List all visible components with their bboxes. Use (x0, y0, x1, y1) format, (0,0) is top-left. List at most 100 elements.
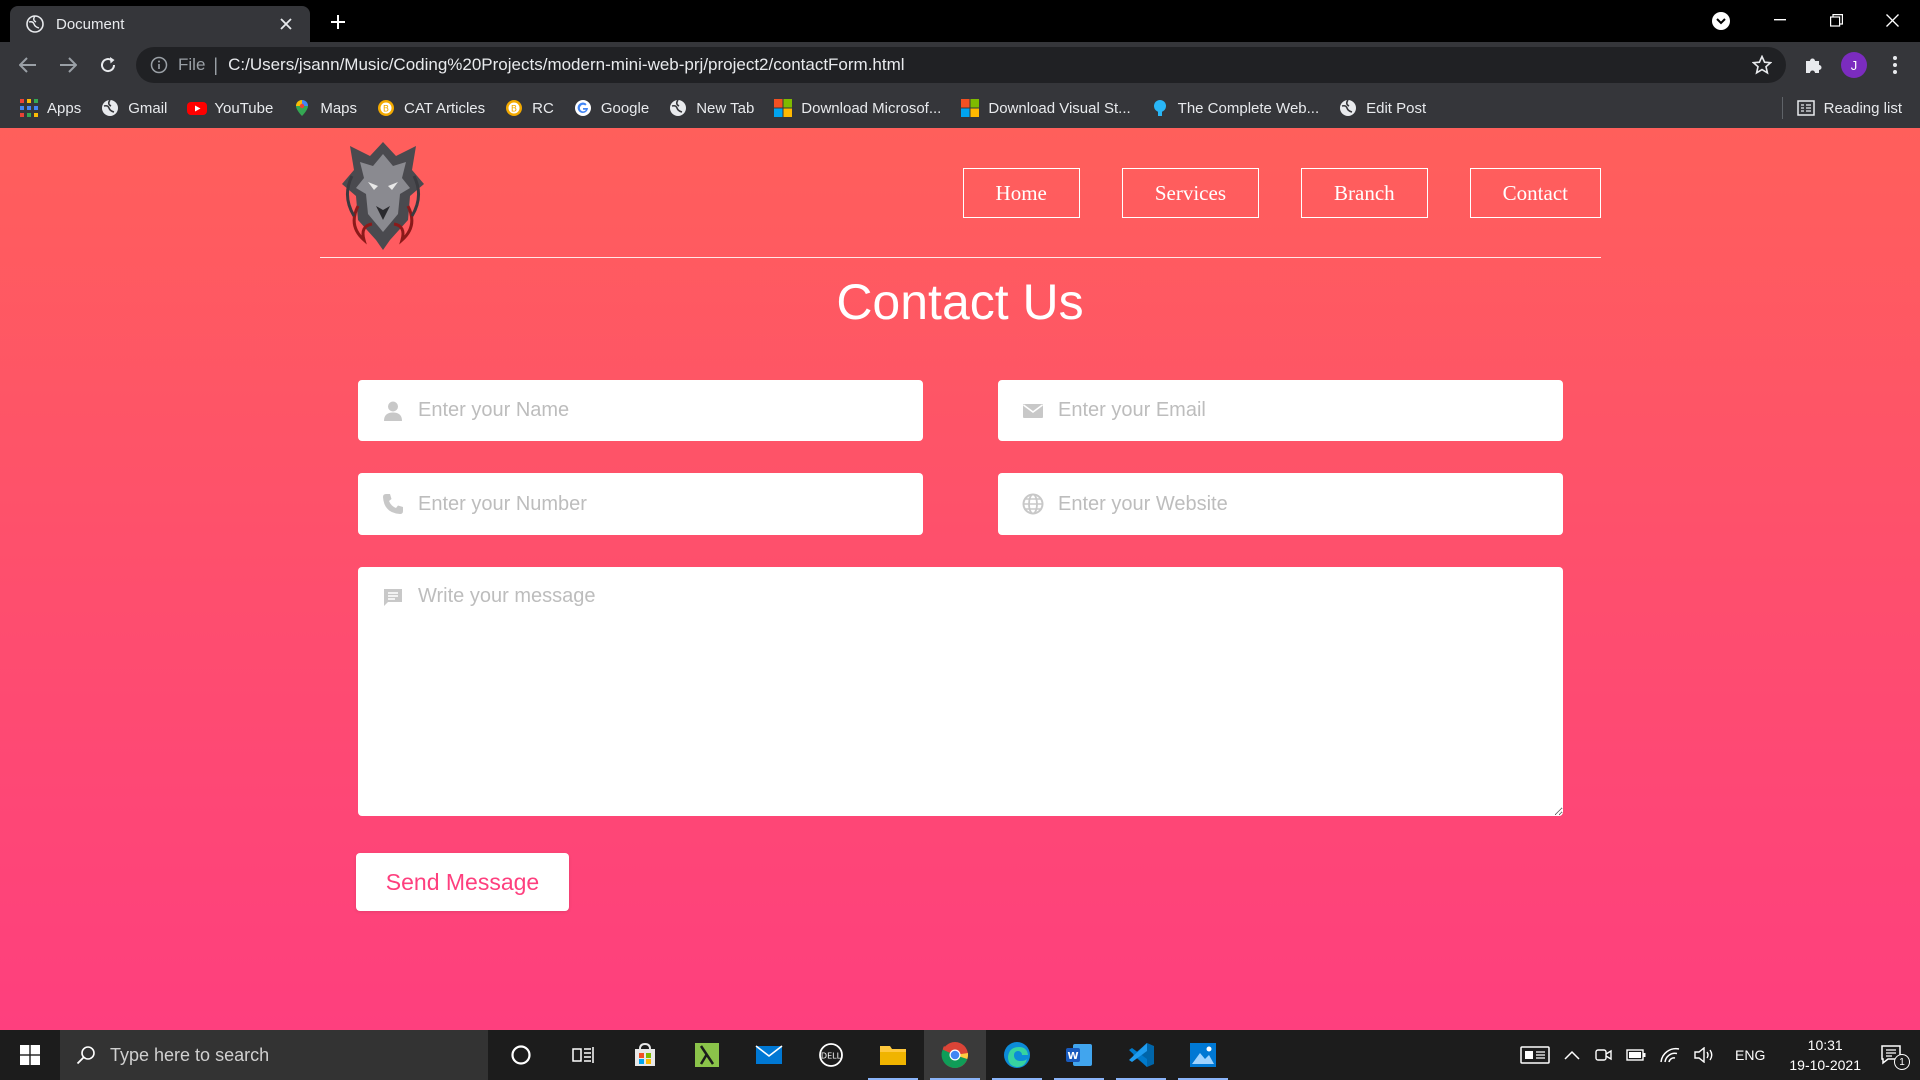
wifi-icon[interactable] (1660, 1047, 1680, 1063)
name-input[interactable] (358, 380, 923, 441)
website-field[interactable] (998, 473, 1563, 535)
back-arrow-icon[interactable] (8, 45, 48, 85)
svg-text:W: W (1067, 1051, 1078, 1062)
nav-link-home[interactable]: Home (962, 168, 1080, 218)
restore-icon[interactable] (1808, 0, 1864, 40)
chrome-icon[interactable] (924, 1030, 986, 1080)
microsoft-store-icon[interactable] (614, 1030, 676, 1080)
url-separator: | (213, 54, 219, 75)
number-field[interactable] (358, 473, 923, 535)
system-tray: ENG 10:31 19-10-2021 1 (1513, 1030, 1920, 1080)
close-icon[interactable] (276, 14, 296, 34)
globe-icon (101, 99, 119, 117)
edge-icon[interactable] (986, 1030, 1048, 1080)
address-bar[interactable]: File | C:/Users/jsann/Music/Coding%20Pro… (136, 47, 1786, 83)
battery-icon[interactable] (1626, 1049, 1646, 1061)
volume-icon[interactable] (1694, 1047, 1716, 1063)
bookmark-label: RC (532, 99, 554, 117)
bookmark-label: The Complete Web... (1177, 99, 1320, 117)
svg-text:B: B (383, 105, 389, 115)
profile-avatar[interactable]: J (1841, 52, 1867, 78)
word-icon[interactable]: W (1048, 1030, 1110, 1080)
new-tab-plus-icon[interactable] (326, 10, 350, 34)
extensions-puzzle-icon[interactable] (1802, 54, 1824, 76)
bookmark-youtube[interactable]: YouTube (187, 99, 273, 117)
nav-link-services[interactable]: Services (1121, 168, 1260, 218)
reading-list-button[interactable]: Reading list (1781, 88, 1902, 128)
webpage-viewport: Home Services Branch Contact Contact Us (0, 128, 1920, 1030)
bookmark-complete-web[interactable]: The Complete Web... (1151, 99, 1319, 117)
file-explorer-icon[interactable] (862, 1030, 924, 1080)
news-widget-icon[interactable] (1520, 1045, 1550, 1065)
meet-now-icon[interactable] (1594, 1046, 1612, 1064)
page-title: Contact Us (836, 274, 1084, 330)
window-close-icon[interactable] (1864, 0, 1920, 40)
youtube-icon (187, 99, 208, 117)
wolf-logo-icon[interactable] (338, 136, 428, 252)
google-icon (574, 99, 592, 117)
name-field[interactable] (358, 380, 923, 441)
tab-search-icon[interactable] (1710, 10, 1732, 32)
photos-icon[interactable] (1172, 1030, 1234, 1080)
bookmark-gmail[interactable]: Gmail (101, 99, 167, 117)
chevron-up-icon[interactable] (1564, 1050, 1580, 1060)
url-text[interactable]: C:/Users/jsann/Music/Coding%20Projects/m… (228, 55, 904, 75)
email-field[interactable] (998, 380, 1563, 441)
tab-title: Document (56, 15, 125, 33)
globe-icon (669, 99, 687, 117)
taskbar-clock[interactable]: 10:31 19-10-2021 (1789, 1035, 1861, 1075)
bookmark-download-visual-studio[interactable]: Download Visual St... (961, 99, 1131, 117)
vscode-icon[interactable] (1110, 1030, 1172, 1080)
task-view-icon[interactable] (552, 1030, 614, 1080)
kebab-menu-icon[interactable] (1884, 54, 1906, 76)
send-message-button[interactable]: Send Message (356, 853, 569, 911)
nav-link-contact[interactable]: Contact (1469, 168, 1601, 218)
bookmark-apps[interactable]: Apps (20, 99, 81, 117)
reload-icon[interactable] (88, 45, 128, 85)
minimize-icon[interactable] (1752, 0, 1808, 40)
bookmark-star-icon[interactable] (1752, 55, 1772, 75)
message-field[interactable] (358, 567, 1563, 816)
notification-count-badge: 1 (1894, 1054, 1910, 1070)
message-textarea[interactable] (358, 567, 1563, 816)
globe-icon (1022, 493, 1044, 515)
taskbar-search-box[interactable]: Type here to search (60, 1030, 488, 1080)
bookmark-download-microsoft[interactable]: Download Microsof... (774, 99, 941, 117)
bookmark-label: Edit Post (1366, 99, 1427, 117)
bookmark-label: Gmail (128, 99, 168, 117)
bookmark-label: Apps (47, 99, 82, 117)
windows-start-icon[interactable] (0, 1030, 60, 1080)
lambda-app-icon[interactable] (676, 1030, 738, 1080)
bookmark-rc[interactable]: B RC (505, 99, 554, 117)
nav-link-branch[interactable]: Branch (1301, 168, 1428, 218)
globe-icon (26, 15, 44, 33)
bookmark-cat-articles[interactable]: B CAT Articles (377, 99, 485, 117)
bookmark-label: Google (600, 99, 650, 117)
envelope-icon (1022, 400, 1044, 422)
cortana-icon[interactable] (490, 1030, 552, 1080)
bookmark-maps[interactable]: Maps (293, 99, 357, 117)
number-input[interactable] (358, 473, 923, 535)
clock-date: 19-10-2021 (1789, 1057, 1861, 1073)
forward-arrow-icon[interactable] (48, 45, 88, 85)
email-input[interactable] (998, 380, 1563, 441)
website-input[interactable] (998, 473, 1563, 535)
bookmark-edit-post[interactable]: Edit Post (1339, 99, 1426, 117)
language-indicator[interactable]: ENG (1735, 1047, 1765, 1063)
browser-tab[interactable]: Document (10, 6, 310, 42)
bookmarks-bar: Apps Gmail YouTube Maps B CAT Articles B… (0, 88, 1920, 128)
svg-text:B: B (511, 105, 517, 115)
taskbar-apps: DELL W (490, 1030, 1234, 1080)
url-scheme-label: File (178, 55, 206, 74)
bookmark-google[interactable]: Google (574, 99, 649, 117)
globe-icon (1339, 99, 1357, 117)
bookmark-label: Download Visual St... (988, 99, 1131, 117)
info-icon[interactable] (150, 56, 168, 74)
notifications-icon[interactable]: 1 (1880, 1044, 1910, 1070)
mail-icon[interactable] (738, 1030, 800, 1080)
udemy-icon (1151, 99, 1169, 117)
bookmark-new-tab[interactable]: New Tab (669, 99, 754, 117)
svg-text:DELL: DELL (821, 1052, 842, 1061)
dell-icon[interactable]: DELL (800, 1030, 862, 1080)
user-icon (382, 400, 404, 422)
